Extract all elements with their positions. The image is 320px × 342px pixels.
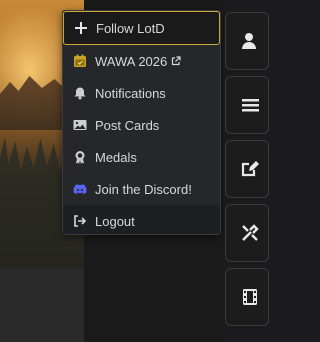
bell-icon <box>73 86 87 100</box>
tools-icon <box>235 224 259 242</box>
menu-item-label: Join the Discord! <box>95 181 192 197</box>
menu-item-notifications[interactable]: Notifications <box>63 77 220 109</box>
bars-icon <box>235 96 259 114</box>
image-icon <box>73 118 87 132</box>
menu-item-label: Follow LotD <box>96 20 165 36</box>
menu-item-follow[interactable]: Follow LotD <box>63 11 220 45</box>
film-icon <box>235 288 259 306</box>
menu-item-discord[interactable]: Join the Discord! <box>63 173 220 205</box>
sidebar-tools-button[interactable] <box>225 204 269 262</box>
calendar-icon <box>73 54 87 68</box>
user-icon <box>235 32 259 50</box>
background-lower-panel <box>0 268 84 342</box>
menu-item-medals[interactable]: Medals <box>63 141 220 173</box>
menu-item-label: Notifications <box>95 85 166 101</box>
plus-icon <box>74 21 88 35</box>
menu-item-label: Post Cards <box>95 117 160 133</box>
sidebar-edit-button[interactable] <box>225 140 269 198</box>
menu-item-wawa[interactable]: WAWA 2026 <box>63 45 220 77</box>
sidebar-user-button[interactable] <box>225 12 269 70</box>
sidebar-menu-button[interactable] <box>225 76 269 134</box>
user-dropdown-menu: Follow LotD WAWA 2026 Notifications Post… <box>62 10 221 235</box>
discord-icon <box>73 182 87 196</box>
menu-item-post-cards[interactable]: Post Cards <box>63 109 220 141</box>
menu-item-label: Logout <box>95 213 135 229</box>
logout-icon <box>73 214 87 228</box>
sidebar-film-button[interactable] <box>225 268 269 326</box>
menu-item-label: Medals <box>95 149 137 165</box>
external-link-icon <box>167 56 181 66</box>
menu-item-label: WAWA 2026 <box>95 53 168 69</box>
edit-icon <box>235 160 259 178</box>
medal-icon <box>73 150 87 164</box>
menu-item-logout[interactable]: Logout <box>63 205 220 237</box>
